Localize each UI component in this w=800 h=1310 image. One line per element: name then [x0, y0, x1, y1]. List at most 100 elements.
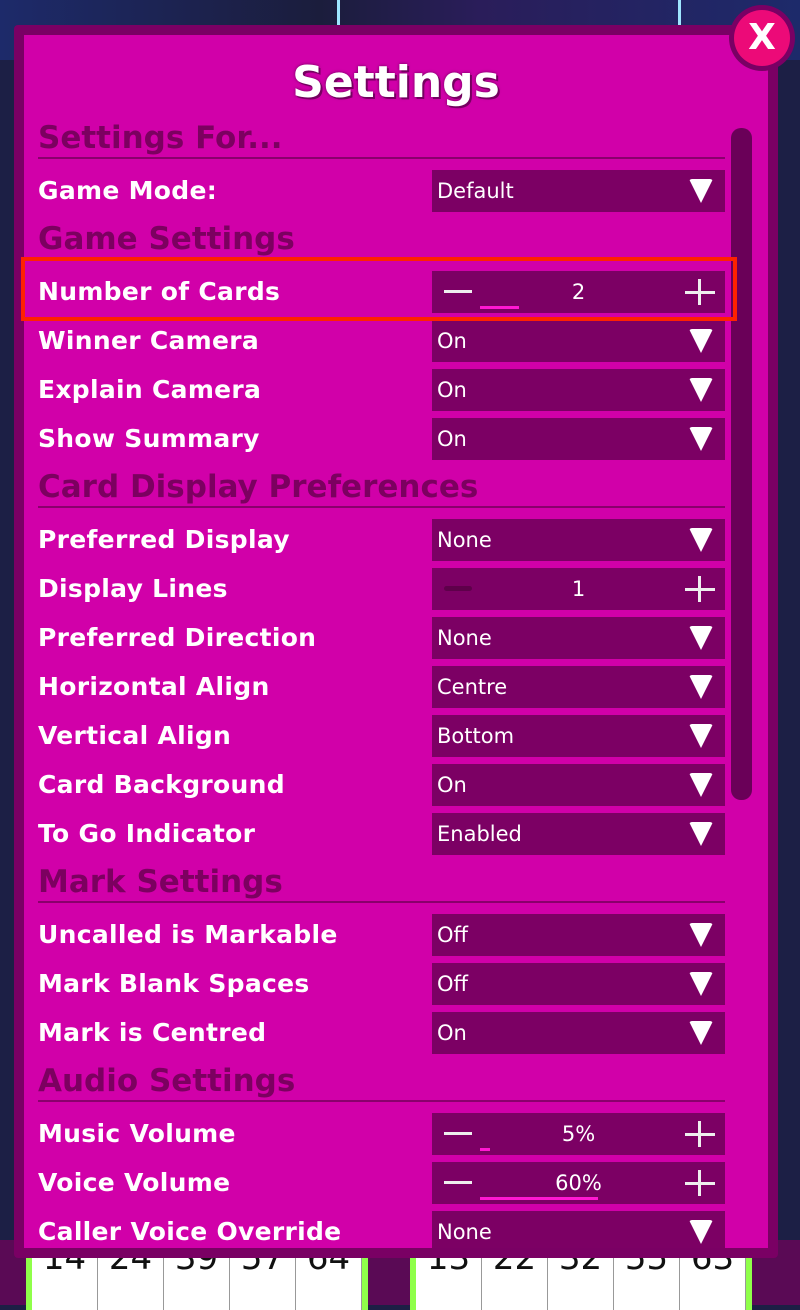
setting-row-vertical-align: Vertical Align Bottom	[38, 715, 725, 764]
dropdown-value: Centre	[437, 675, 508, 699]
dropdown-value: Off	[437, 972, 468, 996]
setting-label: To Go Indicator	[38, 819, 256, 848]
chevron-down-icon	[689, 923, 713, 947]
chevron-down-icon	[689, 1021, 713, 1045]
setting-label: Preferred Direction	[38, 623, 317, 652]
section-title: Card Display Preferences	[38, 469, 479, 505]
card-background-dropdown[interactable]: On	[432, 764, 725, 806]
show-summary-dropdown[interactable]: On	[432, 418, 725, 460]
dropdown-value: Off	[437, 923, 468, 947]
setting-label: Mark is Centred	[38, 1018, 267, 1047]
setting-row-mark-is-centred: Mark is Centred On	[38, 1012, 725, 1061]
section-divider	[38, 1100, 725, 1102]
close-button[interactable]: X	[729, 5, 795, 71]
music-volume-stepper[interactable]: 5%	[432, 1113, 725, 1155]
setting-row-music-volume: Music Volume 5%	[38, 1113, 725, 1162]
setting-label: Caller Voice Override	[38, 1217, 342, 1246]
vertical-align-dropdown[interactable]: Bottom	[432, 715, 725, 757]
plus-button[interactable]	[685, 576, 715, 602]
winner-camera-dropdown[interactable]: On	[432, 320, 725, 362]
setting-label: Explain Camera	[38, 375, 262, 404]
chevron-down-icon	[689, 528, 713, 552]
preferred-direction-dropdown[interactable]: None	[432, 617, 725, 659]
close-icon: X	[734, 10, 790, 66]
setting-label: Winner Camera	[38, 326, 260, 355]
setting-row-winner-camera: Winner Camera On	[38, 320, 725, 369]
section-title: Mark Settings	[38, 864, 283, 900]
display-lines-stepper[interactable]: 1	[432, 568, 725, 610]
section-header: Card Display Preferences	[38, 467, 725, 519]
setting-row-explain-camera: Explain Camera On	[38, 369, 725, 418]
setting-label: Music Volume	[38, 1119, 236, 1148]
dropdown-value: On	[437, 1021, 467, 1045]
setting-row-horizontal-align: Horizontal Align Centre	[38, 666, 725, 715]
game-mode-dropdown[interactable]: Default	[432, 170, 725, 212]
section-divider	[38, 506, 725, 508]
chevron-down-icon	[689, 822, 713, 846]
voice-volume-stepper[interactable]: 60%	[432, 1162, 725, 1204]
section-header: Mark Settings	[38, 862, 725, 914]
chevron-down-icon	[689, 329, 713, 353]
section-header: Audio Settings	[38, 1061, 725, 1113]
chevron-down-icon	[689, 972, 713, 996]
scrollbar[interactable]	[731, 128, 752, 800]
chevron-down-icon	[689, 179, 713, 203]
section-divider	[38, 157, 725, 159]
chevron-down-icon	[689, 626, 713, 650]
bingo-card: 13 22 32 55 63	[410, 1240, 752, 1310]
setting-row-mark-blank-spaces: Mark Blank Spaces Off	[38, 963, 725, 1012]
uncalled-is-markable-dropdown[interactable]: Off	[432, 914, 725, 956]
setting-label: Preferred Display	[38, 525, 290, 554]
highlight-box	[21, 257, 737, 321]
setting-row-preferred-display: Preferred Display None	[38, 519, 725, 568]
setting-row-display-lines: Display Lines 1	[38, 568, 725, 617]
dropdown-value: Default	[437, 179, 514, 203]
settings-panel: Settings Settings For... Game Mode: Defaul…	[14, 25, 778, 1258]
section-title: Game Settings	[38, 221, 295, 257]
setting-row-game-mode: Game Mode: Default	[38, 170, 725, 219]
explain-camera-dropdown[interactable]: On	[432, 369, 725, 411]
plus-button[interactable]	[685, 1121, 715, 1147]
setting-label: Horizontal Align	[38, 672, 270, 701]
chevron-down-icon	[689, 675, 713, 699]
preferred-display-dropdown[interactable]: None	[432, 519, 725, 561]
setting-label: Vertical Align	[38, 721, 232, 750]
mark-is-centred-dropdown[interactable]: On	[432, 1012, 725, 1054]
to-go-indicator-dropdown[interactable]: Enabled	[432, 813, 725, 855]
setting-label: Voice Volume	[38, 1168, 231, 1197]
section-title: Audio Settings	[38, 1063, 296, 1099]
chevron-down-icon	[689, 1220, 713, 1244]
level-fill	[480, 1148, 490, 1151]
panel-title: Settings	[292, 57, 500, 108]
setting-label: Uncalled is Markable	[38, 920, 338, 949]
setting-label: Game Mode:	[38, 176, 218, 205]
setting-label: Mark Blank Spaces	[38, 969, 310, 998]
dropdown-value: None	[437, 528, 492, 552]
setting-row-uncalled-is-markable: Uncalled is Markable Off	[38, 914, 725, 963]
setting-row-show-summary: Show Summary On	[38, 418, 725, 467]
mark-blank-spaces-dropdown[interactable]: Off	[432, 963, 725, 1005]
dropdown-value: On	[437, 378, 467, 402]
dropdown-value: On	[437, 427, 467, 451]
chevron-down-icon	[689, 427, 713, 451]
dropdown-value: Bottom	[437, 724, 515, 748]
plus-button[interactable]	[685, 1170, 715, 1196]
dropdown-value: On	[437, 773, 467, 797]
section-title: Settings For...	[38, 120, 283, 156]
chevron-down-icon	[689, 724, 713, 748]
section-header: Settings For...	[38, 118, 725, 170]
setting-label: Show Summary	[38, 424, 260, 453]
dropdown-value: On	[437, 329, 467, 353]
caller-voice-override-dropdown[interactable]: None	[432, 1211, 725, 1248]
setting-row-to-go-indicator: To Go Indicator Enabled	[38, 813, 725, 862]
stepper-value: 60%	[555, 1171, 602, 1195]
setting-label: Card Background	[38, 770, 285, 799]
setting-row-preferred-direction: Preferred Direction None	[38, 617, 725, 666]
horizontal-align-dropdown[interactable]: Centre	[432, 666, 725, 708]
dropdown-value: Enabled	[437, 822, 522, 846]
stepper-value: 5%	[561, 1122, 596, 1146]
stepper-value: 1	[571, 577, 586, 601]
chevron-down-icon	[689, 773, 713, 797]
dropdown-value: None	[437, 626, 492, 650]
level-fill	[480, 1197, 599, 1200]
